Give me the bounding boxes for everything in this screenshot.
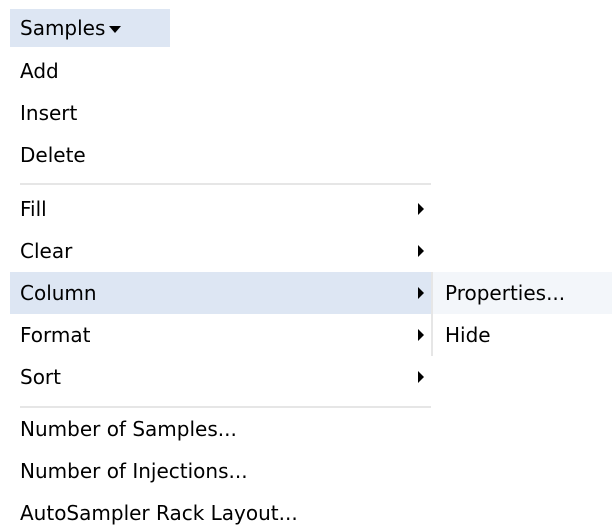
- menu-item-label: Insert: [20, 101, 78, 125]
- menu-item-label: Fill: [20, 197, 47, 221]
- menu-item-label: Column: [20, 281, 97, 305]
- samples-menu-label: Samples: [20, 16, 106, 40]
- chevron-right-icon: [418, 371, 424, 383]
- submenu-item-label: Properties...: [445, 281, 566, 305]
- submenu-item-properties[interactable]: Properties...: [431, 272, 612, 314]
- menu-item-label: Add: [20, 59, 59, 83]
- menu-item-label: Number of Injections...: [20, 459, 248, 483]
- menu-item-insert[interactable]: Insert: [10, 92, 431, 134]
- caret-down-icon: [109, 25, 122, 33]
- menu-item-sort[interactable]: Sort: [10, 356, 431, 398]
- submenu-item-hide[interactable]: Hide: [431, 314, 612, 356]
- menu-separator: [20, 183, 431, 185]
- column-submenu: Properties... Hide: [431, 272, 612, 356]
- chevron-right-icon: [418, 203, 424, 215]
- menu-item-label: Sort: [20, 365, 61, 389]
- menu-item-fill[interactable]: Fill: [10, 188, 431, 230]
- chevron-right-icon: [418, 329, 424, 341]
- menu-item-autosampler-rack-layout[interactable]: AutoSampler Rack Layout...: [10, 492, 431, 529]
- chevron-right-icon: [418, 287, 424, 299]
- screen: Samples Add Insert Delete Fill Clear Col…: [0, 0, 612, 529]
- menu-item-format[interactable]: Format: [10, 314, 431, 356]
- menu-item-label: Clear: [20, 239, 73, 263]
- chevron-right-icon: [418, 245, 424, 257]
- submenu-divider: [431, 272, 433, 356]
- samples-menu-button[interactable]: Samples: [10, 9, 170, 47]
- menu-item-clear[interactable]: Clear: [10, 230, 431, 272]
- menu-item-label: Format: [20, 323, 91, 347]
- menu-item-delete[interactable]: Delete: [10, 134, 431, 176]
- menu-item-label: Delete: [20, 143, 86, 167]
- samples-dropdown-menu: Add Insert Delete Fill Clear Column Form…: [10, 50, 431, 529]
- menu-item-number-of-samples[interactable]: Number of Samples...: [10, 408, 431, 450]
- menu-item-column[interactable]: Column: [10, 272, 431, 314]
- submenu-item-label: Hide: [445, 323, 491, 347]
- menu-item-add[interactable]: Add: [10, 50, 431, 92]
- menu-item-label: Number of Samples...: [20, 417, 237, 441]
- menu-item-number-of-injections[interactable]: Number of Injections...: [10, 450, 431, 492]
- menu-item-label: AutoSampler Rack Layout...: [20, 501, 298, 525]
